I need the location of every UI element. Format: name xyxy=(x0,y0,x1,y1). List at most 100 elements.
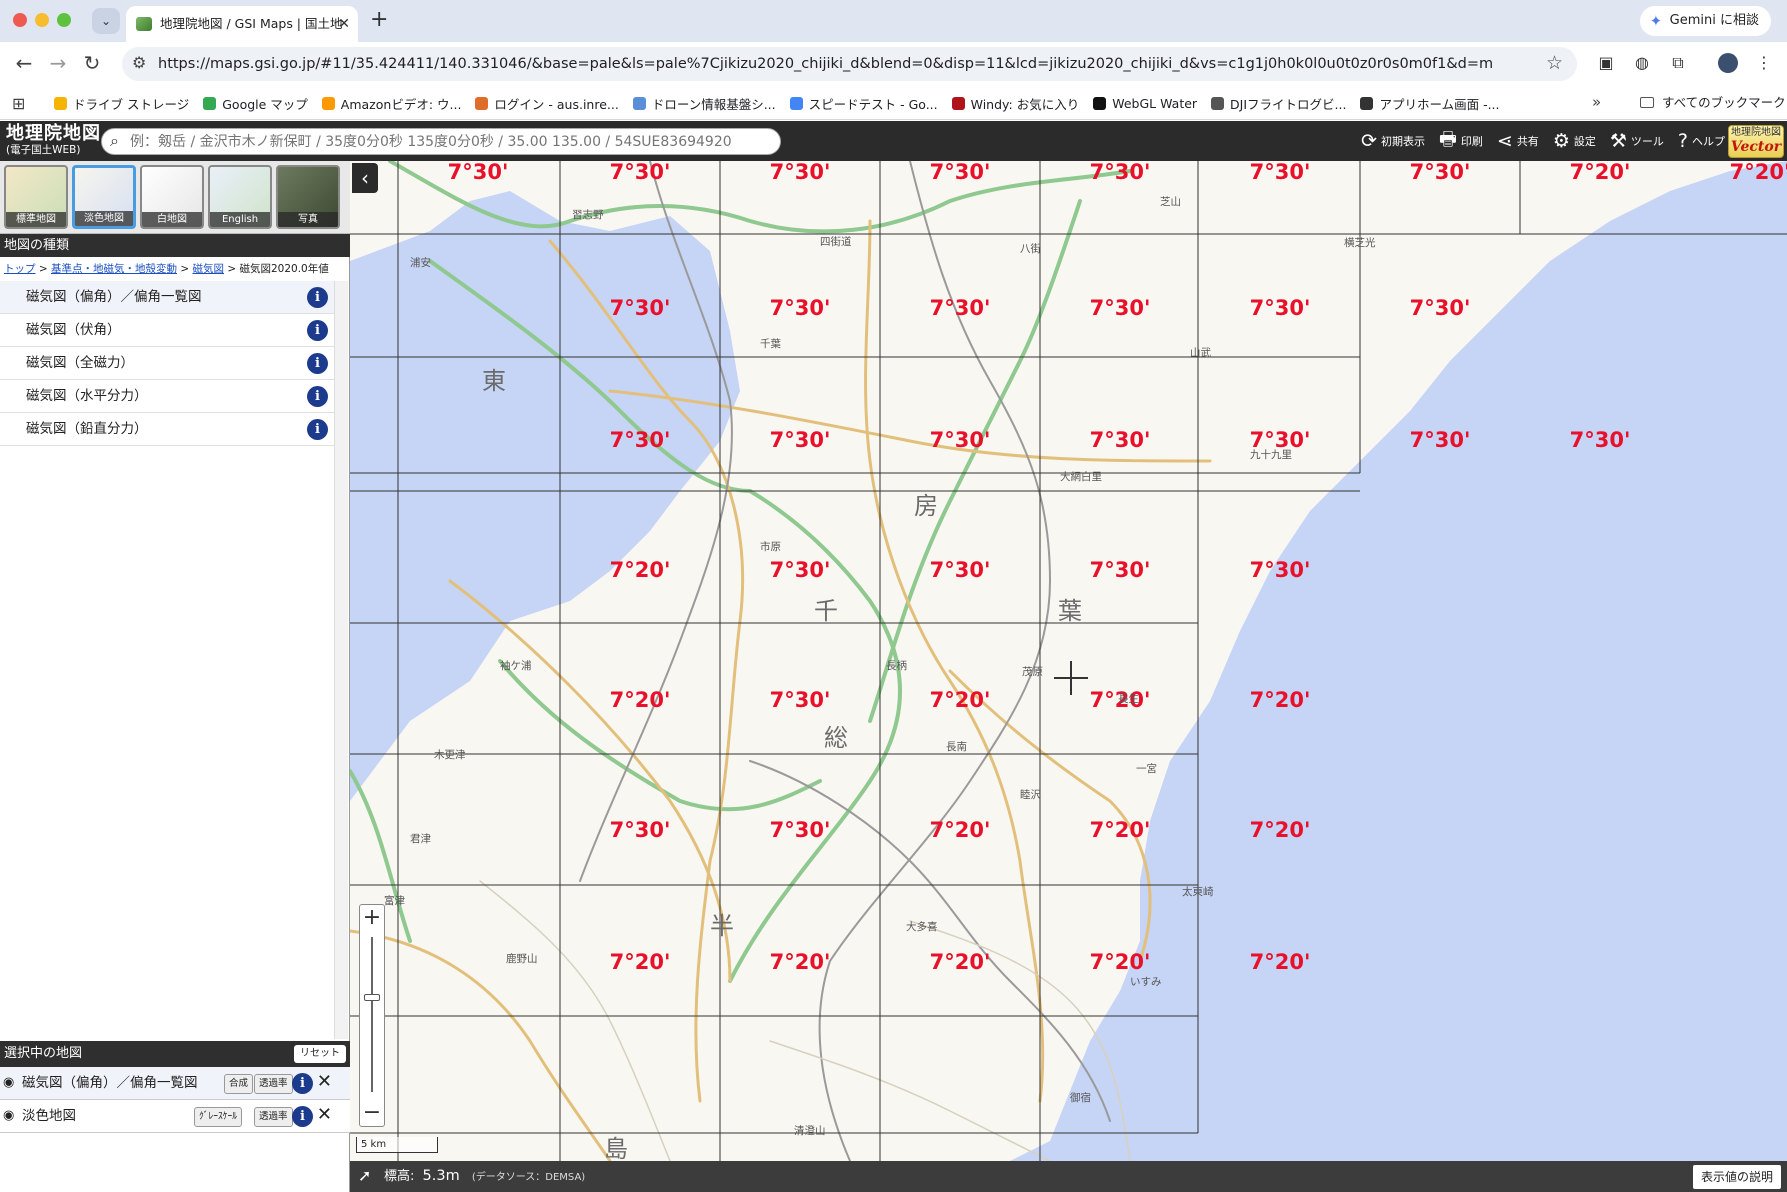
header-menu-share[interactable]: ⋖ 共有 xyxy=(1497,130,1539,152)
bookmark-item[interactable]: Amazonビデオ: ウ... xyxy=(321,94,461,113)
header-menu-help[interactable]: ? ヘルプ xyxy=(1678,130,1725,152)
gsi-logo[interactable]: 地理院地図 (電子国土WEB) xyxy=(6,123,101,156)
extension-globe-icon[interactable]: ◍ xyxy=(1632,53,1652,73)
arrow-icon[interactable]: ➚ xyxy=(358,1166,371,1185)
bookmark-item[interactable]: アプリホーム画面 -... xyxy=(1360,94,1500,113)
legend-explanation-button[interactable]: 表示値の説明 xyxy=(1692,1165,1781,1189)
zoom-slider-handle[interactable] xyxy=(364,994,380,1001)
basemap-thumb[interactable]: 標準地図 xyxy=(4,165,68,229)
maximize-window-button[interactable] xyxy=(57,13,71,27)
vector-badge[interactable]: 地理院地図 Vector xyxy=(1728,125,1784,158)
search-input[interactable] xyxy=(130,129,770,154)
layer-item[interactable]: 磁気図（偏角）／偏角一覧図 i xyxy=(0,281,334,314)
bookmark-star-icon[interactable]: ☆ xyxy=(1546,52,1563,74)
new-tab-button[interactable]: + xyxy=(370,7,388,32)
zoom-in-button[interactable]: + xyxy=(360,905,384,931)
layer-item[interactable]: 磁気図（鉛直分力） i xyxy=(0,413,334,446)
info-icon[interactable]: i xyxy=(292,1106,313,1127)
declination-label: 7°30' xyxy=(609,428,671,452)
info-icon[interactable]: i xyxy=(307,419,328,440)
info-icon[interactable]: i xyxy=(307,287,328,308)
site-settings-icon[interactable]: ⚙ xyxy=(132,53,146,72)
map-view[interactable]: 7°30' 7°30' 7°30' 7°30' 7°30' 7°30' 7°30' 7°20'… xyxy=(350,161,1787,1161)
declination-label: 7°30' xyxy=(1089,428,1151,452)
bookmark-item[interactable]: Windy: お気に入り xyxy=(951,94,1079,113)
selected-layer-row: ◉ 淡色地図 ｸﾞﾚｰｽｹｰﾙ 透過率 i ✕ xyxy=(0,1100,350,1133)
place-label: 浦安 xyxy=(410,257,431,269)
bookmark-favicon-icon xyxy=(632,96,646,110)
layer-item[interactable]: 磁気図（水平分力） i xyxy=(0,380,334,413)
opacity-button[interactable]: 透過率 xyxy=(254,1074,293,1094)
basemap-thumb[interactable]: English xyxy=(208,165,272,229)
place-label: 芝山 xyxy=(1160,196,1181,208)
info-icon[interactable]: i xyxy=(307,353,328,374)
bookmark-label: スピードテスト - Go... xyxy=(808,96,938,112)
bookmark-item[interactable]: DJIフライトログビ... xyxy=(1211,94,1346,113)
layer-item[interactable]: 磁気図（伏角） i xyxy=(0,314,334,347)
panel-scrollbar[interactable] xyxy=(334,281,348,1039)
info-icon[interactable]: i xyxy=(292,1073,313,1094)
declination-label: 7°30' xyxy=(1089,296,1151,320)
bookmark-item[interactable]: ログイン - aus.inre... xyxy=(475,94,619,113)
breadcrumb-top[interactable]: トップ xyxy=(4,263,36,275)
breadcrumb-sep: > xyxy=(180,263,190,275)
basemap-thumb[interactable]: 淡色地図 xyxy=(72,165,136,229)
search-box: ⌕ xyxy=(101,128,781,155)
menu-kebab-icon[interactable]: ⋮ xyxy=(1754,53,1774,73)
info-icon[interactable]: i xyxy=(307,320,328,341)
reload-icon[interactable]: ↻ xyxy=(80,51,104,75)
header-menu-gear[interactable]: ⚙ 設定 xyxy=(1553,130,1596,152)
basemap-thumb[interactable]: 写真 xyxy=(276,165,340,229)
declination-label: 7°30' xyxy=(1089,558,1151,582)
info-icon[interactable]: i xyxy=(307,386,328,407)
bookmark-item[interactable]: ドライブ ストレージ xyxy=(54,94,189,113)
url-text[interactable]: https://maps.gsi.go.jp/#11/35.424411/140… xyxy=(158,47,1508,81)
bookmark-item[interactable]: Google マップ xyxy=(203,94,308,113)
back-arrow-icon[interactable]: ← xyxy=(12,51,36,75)
header-menu-print[interactable]: 🖶 印刷 xyxy=(1439,125,1483,157)
header-menu-tool[interactable]: ⚒ ツール xyxy=(1610,130,1664,152)
active-tab[interactable]: 地理院地図 / GSI Maps | 国土地 ✕ xyxy=(126,6,358,42)
breadcrumb-level2[interactable]: 磁気図 xyxy=(193,263,225,275)
bookmark-item[interactable]: WebGL Water xyxy=(1093,96,1197,111)
zoom-out-button[interactable]: − xyxy=(360,1100,384,1126)
place-label: 一宮 xyxy=(1136,763,1157,775)
search-icon[interactable]: ⌕ xyxy=(110,131,119,151)
region-label: 千 xyxy=(814,597,838,625)
close-icon[interactable]: ✕ xyxy=(317,1071,332,1092)
tab-search-button[interactable]: ⌄ xyxy=(92,8,120,34)
place-label: 君津 xyxy=(410,833,431,845)
header-menu-label: 印刷 xyxy=(1460,135,1483,148)
layer-label: 磁気図（水平分力） xyxy=(26,388,148,404)
declination-label: 7°20' xyxy=(1089,818,1151,842)
bookmark-item[interactable]: スピードテスト - Go... xyxy=(789,94,938,113)
bookmarks-overflow-icon[interactable]: » xyxy=(1592,93,1601,111)
collapse-panel-button[interactable]: ‹ xyxy=(352,163,378,193)
eye-icon[interactable]: ◉ xyxy=(3,1108,14,1123)
zoom-slider-track[interactable] xyxy=(371,937,373,1092)
profile-avatar[interactable] xyxy=(1718,53,1738,73)
close-window-button[interactable] xyxy=(13,13,27,27)
eye-icon[interactable]: ◉ xyxy=(3,1075,14,1090)
extensions-puzzle-icon[interactable]: ⧉ xyxy=(1668,53,1688,73)
bookmark-item[interactable]: ドローン情報基盤シ... xyxy=(632,94,776,113)
close-icon[interactable]: ✕ xyxy=(317,1104,332,1125)
breadcrumb-level1[interactable]: 基準点・地磁気・地殻変動 xyxy=(51,263,177,275)
header-menu: ⟳ 初期表示 🖶 印刷 ⋖ 共有 ⚙ 設定 ⚒ ツール ? ヘルプ xyxy=(1361,121,1725,161)
tab-close-icon[interactable]: ✕ xyxy=(338,6,350,42)
layer-item[interactable]: 磁気図（全磁力） i xyxy=(0,347,334,380)
all-bookmarks-button[interactable]: すべてのブックマーク xyxy=(1640,86,1786,120)
layer-option-button[interactable]: 合成 xyxy=(224,1074,254,1094)
opacity-button[interactable]: 透過率 xyxy=(254,1107,293,1127)
reset-button[interactable]: リセット xyxy=(294,1045,346,1063)
layer-option-button[interactable]: ｸﾞﾚｰｽｹｰﾙ xyxy=(194,1107,243,1127)
cast-icon[interactable]: ▣ xyxy=(1596,53,1616,73)
gemini-button[interactable]: ✦ Gemini に相談 xyxy=(1639,6,1771,36)
forward-arrow-icon[interactable]: → xyxy=(46,51,70,75)
minimize-window-button[interactable] xyxy=(35,13,49,27)
basemap-thumb[interactable]: 白地図 xyxy=(140,165,204,229)
breadcrumb: トップ > 基準点・地磁気・地殻変動 > 磁気図 > 磁気図2020.0年値 xyxy=(0,257,350,281)
header-menu-refresh[interactable]: ⟳ 初期表示 xyxy=(1361,130,1425,152)
address-bar[interactable]: ⚙ https://maps.gsi.go.jp/#11/35.424411/1… xyxy=(122,47,1577,81)
apps-grid-icon[interactable]: ⊞ xyxy=(12,94,25,113)
